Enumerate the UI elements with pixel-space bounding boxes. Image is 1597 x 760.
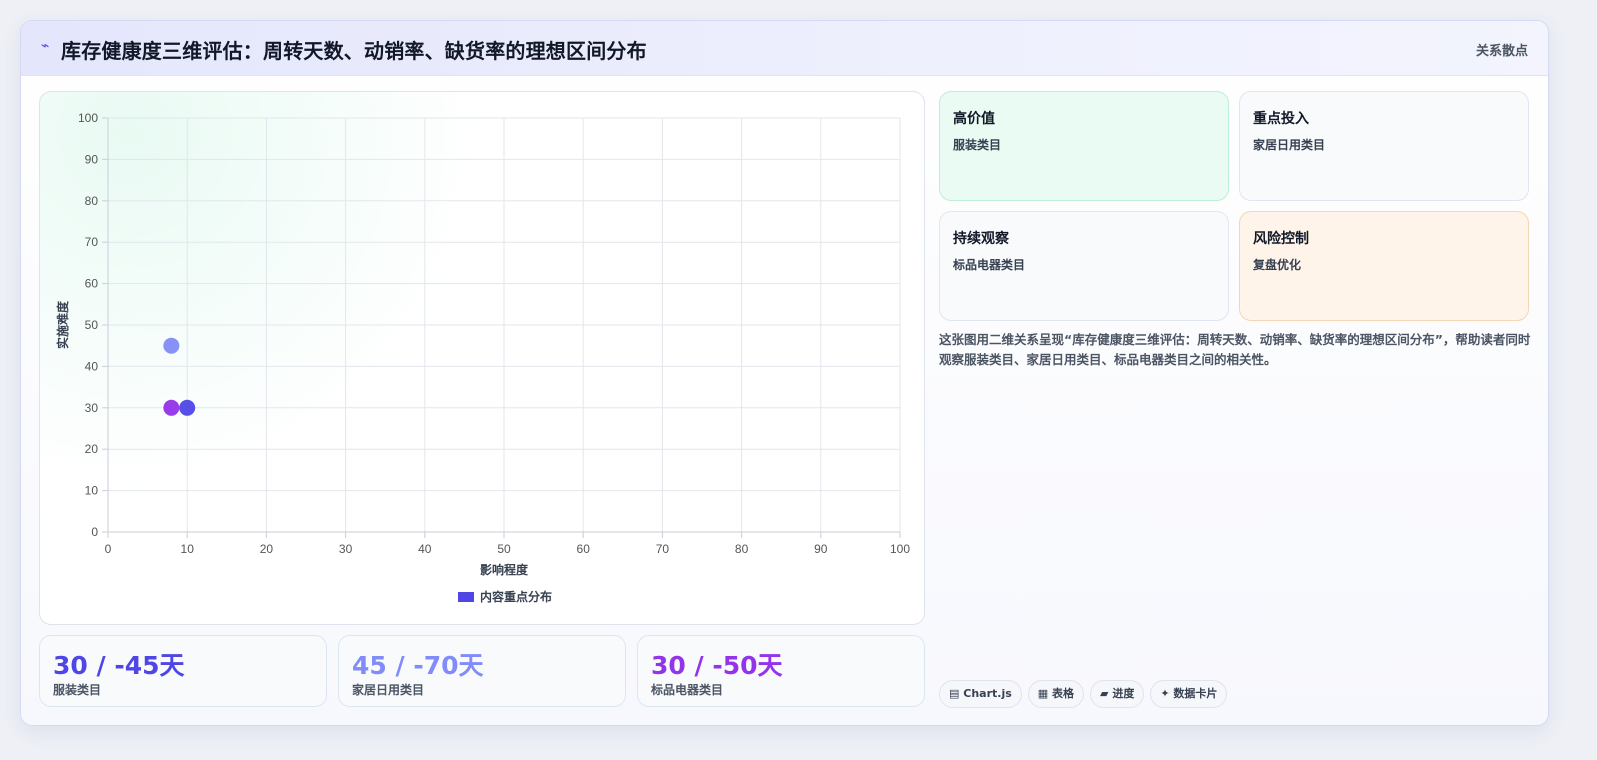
kpi-card: 30 / -50天 标品电器类目 — [637, 635, 925, 707]
chart-panel: 0 10 20 30 40 50 60 70 80 90 100 0 10 20 30 40 50 60 70 80 9… — [39, 91, 925, 625]
chart-icon: ▤ — [949, 687, 960, 700]
quadrant-title: 持续观察 — [953, 231, 1009, 247]
chart-type-tag: 关系散点 — [1475, 44, 1528, 59]
scatter-chart: 0 10 20 30 40 50 60 70 80 90 100 0 10 20 30 40 50 60 70 80 9… — [55, 111, 910, 604]
quadrant-title: 重点投入 — [1253, 111, 1309, 127]
chip-chartjs[interactable]: ▤ Chart.js — [939, 680, 1022, 708]
quadrant-high-value: 高价值 服装类目 — [939, 91, 1229, 201]
quadrant-observe: 持续观察 标品电器类目 — [939, 211, 1229, 321]
data-point — [163, 337, 180, 354]
chip-progress[interactable]: ▰ 进度 — [1090, 680, 1145, 708]
x-tick-label: 100 — [890, 542, 910, 556]
chip-label: Chart.js — [963, 687, 1012, 700]
y-tick-label: 60 — [85, 277, 99, 291]
legend-swatch — [458, 592, 474, 602]
y-axis-label: 实施难度 — [55, 300, 70, 349]
quadrant-title: 风险控制 — [1253, 231, 1309, 247]
y-tick-label: 20 — [85, 442, 99, 456]
chart-legend: 内容重点分布 — [458, 589, 552, 604]
x-tick-label: 60 — [577, 542, 591, 556]
x-tick-label: 90 — [814, 542, 828, 556]
bolt-icon: ⌁ — [41, 38, 50, 54]
quadrant-subtitle: 家居日用类目 — [1253, 138, 1326, 152]
tech-chips: ▤ Chart.js ▦ 表格 ▰ 进度 ✦ 数据卡片 — [939, 680, 1233, 708]
header: ⌁ 库存健康度三维评估：周转天数、动销率、缺货率的理想区间分布 关系散点 — [21, 21, 1548, 76]
y-tick-label: 10 — [85, 484, 99, 498]
x-axis-label: 影响程度 — [480, 562, 529, 577]
x-tick-label: 20 — [260, 542, 274, 556]
legend-label: 内容重点分布 — [480, 589, 552, 604]
chip-label: 表格 — [1052, 687, 1075, 700]
kpi-card: 30 / -45天 服装类目 — [39, 635, 327, 707]
quadrant-focus-investment: 重点投入 家居日用类目 — [1239, 91, 1529, 201]
chip-label: 数据卡片 — [1173, 687, 1218, 700]
kpi-value: 45 / -70天 — [352, 651, 484, 680]
progress-icon: ▰ — [1100, 687, 1109, 700]
quadrant-subtitle: 服装类目 — [953, 138, 1002, 152]
y-tick-label: 70 — [85, 235, 99, 249]
y-tick-label: 0 — [91, 525, 98, 539]
x-tick-label: 10 — [181, 542, 195, 556]
chip-data-card[interactable]: ✦ 数据卡片 — [1150, 680, 1228, 708]
chart-axes: 0 10 20 30 40 50 60 70 80 90 100 0 10 20 30 40 50 60 70 80 9… — [55, 111, 910, 577]
data-point — [179, 399, 196, 416]
y-tick-label: 50 — [85, 318, 99, 332]
x-tick-label: 0 — [105, 542, 112, 556]
quadrant-subtitle: 复盘优化 — [1253, 258, 1302, 272]
page-title: 库存健康度三维评估：周转天数、动销率、缺货率的理想区间分布 — [61, 39, 647, 63]
x-tick-label: 50 — [497, 542, 511, 556]
kpi-value: 30 / -45天 — [53, 651, 185, 680]
quadrant-risk-control: 风险控制 复盘优化 — [1239, 211, 1529, 321]
kpi-value: 30 / -50天 — [651, 651, 783, 680]
y-tick-label: 90 — [85, 152, 99, 166]
dashboard-card: ⌁ 库存健康度三维评估：周转天数、动销率、缺货率的理想区间分布 关系散点 0 10… — [20, 20, 1549, 726]
y-tick-label: 40 — [85, 359, 99, 373]
y-tick-label: 100 — [78, 111, 98, 125]
x-tick-label: 40 — [418, 542, 432, 556]
x-tick-label: 30 — [339, 542, 353, 556]
sparkle-icon: ✦ — [1160, 687, 1170, 700]
chart-grid — [107, 117, 901, 533]
y-tick-label: 30 — [85, 401, 99, 415]
chart-points — [163, 337, 196, 416]
data-point — [163, 399, 180, 416]
chart-description: 这张图用二维关系呈现“库存健康度三维评估：周转天数、动销率、缺货率的理想区间分布… — [939, 332, 1531, 367]
kpi-card: 45 / -70天 家居日用类目 — [338, 635, 626, 707]
chip-table[interactable]: ▦ 表格 — [1027, 680, 1085, 708]
x-tick-label: 70 — [656, 542, 670, 556]
y-tick-label: 80 — [85, 194, 99, 208]
quadrant-subtitle: 标品电器类目 — [953, 258, 1026, 272]
quadrant-title: 高价值 — [953, 111, 995, 127]
kpi-label: 标品电器类目 — [651, 683, 724, 697]
kpi-label: 家居日用类目 — [352, 683, 425, 697]
chip-label: 进度 — [1112, 687, 1135, 700]
table-icon: ▦ — [1037, 687, 1049, 700]
x-tick-label: 80 — [735, 542, 749, 556]
kpi-label: 服装类目 — [53, 683, 102, 697]
